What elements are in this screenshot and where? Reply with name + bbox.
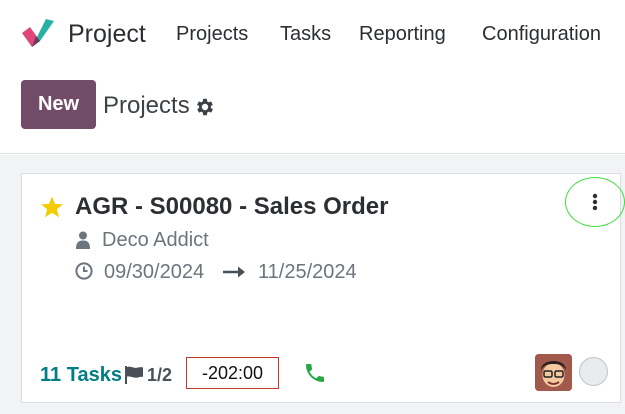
project-title: AGR - S00080 - Sales Order bbox=[75, 193, 389, 220]
logo-icon[interactable] bbox=[20, 19, 56, 51]
project-card[interactable]: AGR - S00080 - Sales Order Deco Addict 0… bbox=[21, 173, 625, 403]
remaining-hours-badge: -202:00 bbox=[186, 357, 279, 389]
breadcrumb: Projects bbox=[103, 92, 190, 119]
gear-icon[interactable] bbox=[194, 96, 216, 118]
flag-icon bbox=[125, 366, 143, 384]
milestone-progress: 1/2 bbox=[147, 365, 173, 385]
kebab-menu-button[interactable] bbox=[565, 177, 625, 227]
menu-projects[interactable]: Projects bbox=[176, 23, 248, 46]
new-button[interactable]: New bbox=[21, 80, 96, 129]
tasks-label: Tasks bbox=[66, 364, 122, 386]
menu-tasks[interactable]: Tasks bbox=[280, 23, 331, 46]
person-icon bbox=[76, 231, 90, 249]
top-navbar: Project Projects Tasks Reporting Configu… bbox=[0, 0, 625, 70]
arrow-right-icon bbox=[223, 266, 245, 278]
status-indicator[interactable] bbox=[579, 357, 608, 386]
tasks-link[interactable]: 11 Tasks bbox=[40, 364, 122, 387]
star-icon[interactable] bbox=[40, 195, 64, 219]
app-title[interactable]: Project bbox=[68, 20, 146, 49]
kanban-area: AGR - S00080 - Sales Order Deco Addict 0… bbox=[0, 155, 625, 414]
kebab-menu-icon bbox=[592, 193, 598, 211]
phone-icon[interactable] bbox=[303, 361, 327, 385]
tasks-count: 11 bbox=[40, 364, 62, 386]
date-end: 11/25/2024 bbox=[258, 261, 357, 283]
clock-icon bbox=[75, 262, 93, 280]
menu-configuration[interactable]: Configuration bbox=[482, 23, 601, 46]
avatar[interactable] bbox=[535, 354, 572, 391]
menu-reporting[interactable]: Reporting bbox=[359, 23, 446, 46]
date-start: 09/30/2024 bbox=[104, 261, 205, 283]
customer-name: Deco Addict bbox=[102, 229, 209, 251]
control-panel: New Projects bbox=[0, 70, 625, 154]
